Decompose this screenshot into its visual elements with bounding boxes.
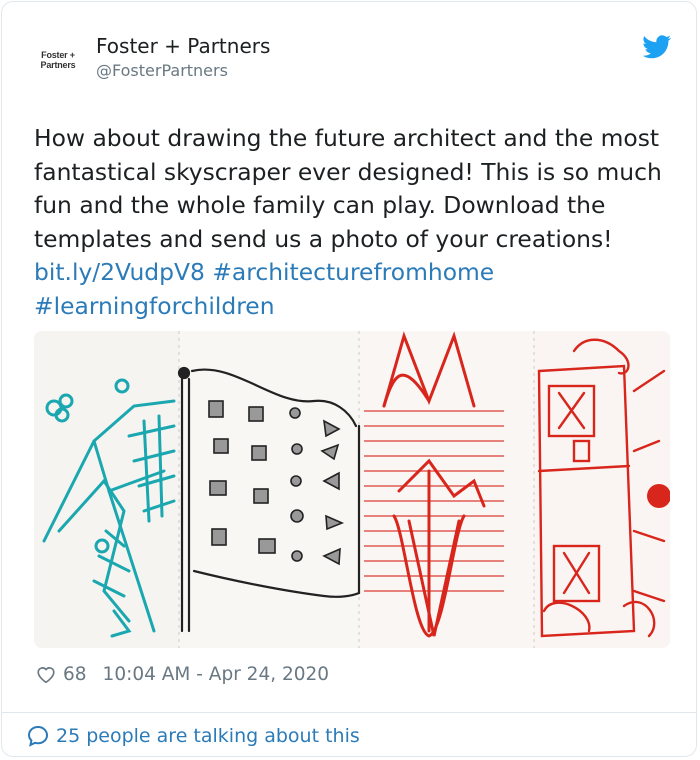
heart-icon[interactable] (35, 663, 57, 685)
footer-divider (2, 712, 696, 713)
hashtag-learningforchildren[interactable]: #learningforchildren (34, 292, 275, 320)
conversation-link[interactable]: 25 people are talking about this (26, 724, 360, 748)
hashtag-architecturefromhome[interactable]: #architecturefromhome (212, 258, 494, 286)
twitter-bird-icon[interactable] (642, 35, 672, 59)
tweet-text: How about drawing the future architect a… (34, 124, 662, 253)
children-drawings-image (34, 331, 670, 648)
tweet-link[interactable]: bit.ly/2VudpV8 (34, 258, 205, 286)
account-handle[interactable]: @FosterPartners (96, 61, 228, 80)
account-name[interactable]: Foster + Partners (96, 34, 270, 58)
tweet-timestamp[interactable]: 10:04 AM - Apr 24, 2020 (103, 664, 330, 685)
speech-bubble-icon (27, 725, 49, 747)
profile-avatar[interactable]: Foster + Partners (30, 32, 86, 88)
talking-text[interactable]: 25 people are talking about this (56, 725, 360, 747)
avatar-logo-line1: Foster + (41, 50, 75, 60)
tweet-body: How about drawing the future architect a… (34, 122, 674, 323)
tweet-footer: 68 10:04 AM - Apr 24, 2020 (35, 661, 329, 687)
like-count[interactable]: 68 (63, 664, 87, 685)
tweet-card: Foster + Partners Foster + Partners @Fos… (1, 1, 697, 757)
avatar-logo-line2: Partners (40, 60, 76, 70)
tweet-media-image[interactable] (34, 331, 670, 648)
